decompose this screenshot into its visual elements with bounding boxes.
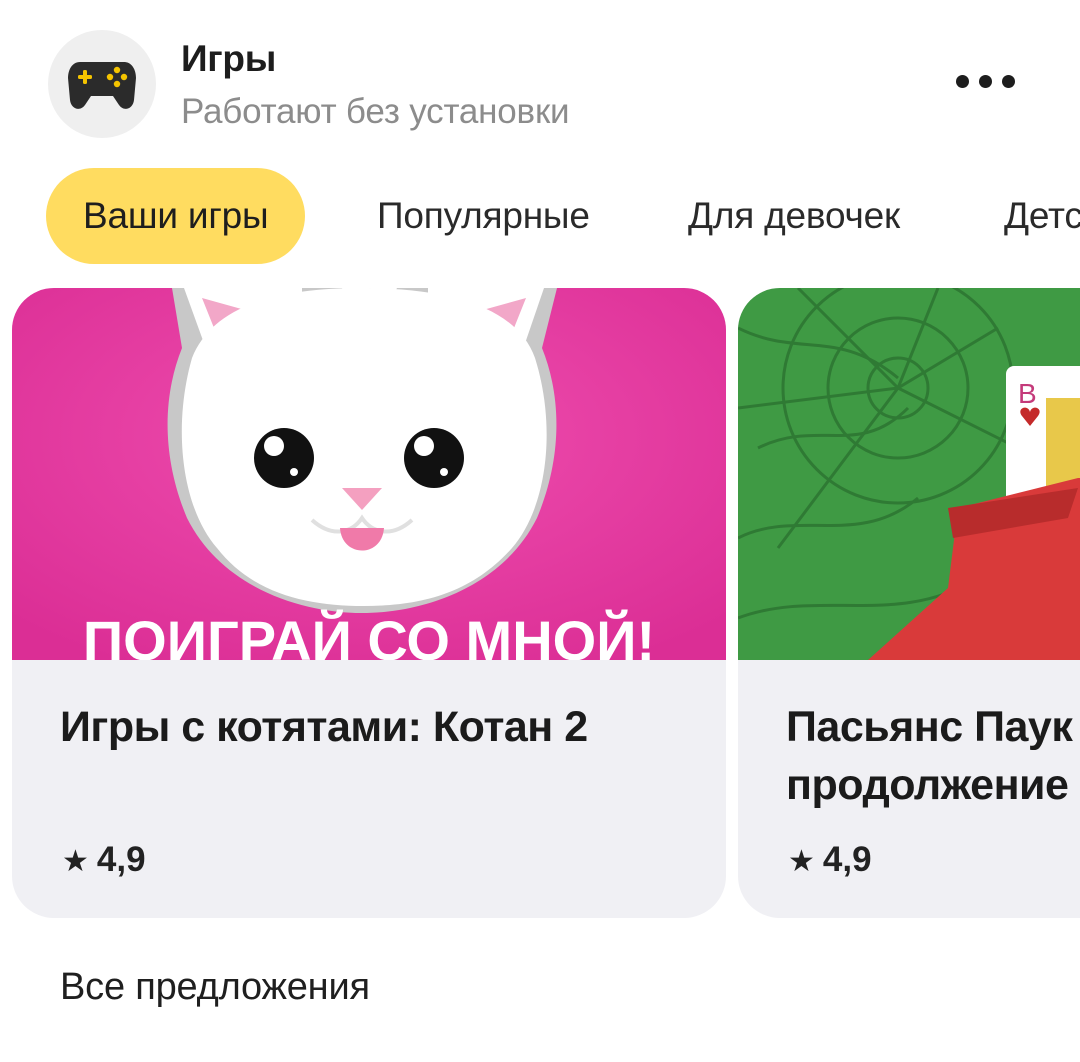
rating-value: 4,9 [96, 840, 146, 879]
page-title: Игры [181, 38, 277, 79]
tab-your-games[interactable]: Ваши игры [46, 168, 306, 264]
gamepad-icon [48, 30, 156, 138]
tab-popular[interactable]: Популярные [377, 168, 590, 264]
all-offers-link[interactable]: Все предложения [60, 966, 370, 1009]
svg-text:B: B [1018, 378, 1037, 409]
tab-kids[interactable]: Детские [1004, 168, 1080, 264]
spider-solitaire-image: B [738, 288, 1080, 660]
games-page: Игры Работают без установки Ваши игры По… [0, 0, 1080, 1062]
game-card[interactable]: B Пасьянс Паук продолжение ★ 4,9 [738, 288, 1080, 918]
card-title: Пасьянс Паук продолжение [786, 703, 1073, 809]
card-rating: ★ 4,9 [62, 840, 146, 880]
header: Игры Работают без установки [48, 30, 1038, 140]
star-icon: ★ [62, 845, 89, 878]
star-icon: ★ [788, 845, 815, 878]
tab-for-girls[interactable]: Для девочек [688, 168, 900, 264]
game-card[interactable]: ПОИГРАЙ СО МНОЙ! Игры с котятами: Котан … [12, 288, 726, 918]
card-title: Игры с котятами: Котан 2 [60, 703, 588, 751]
page-subtitle: Работают без установки [181, 92, 570, 131]
image-caption: ПОИГРАЙ СО МНОЙ! [83, 609, 655, 660]
rating-value: 4,9 [822, 840, 872, 879]
more-dots-icon[interactable] [946, 60, 1026, 104]
kitten-image: ПОИГРАЙ СО МНОЙ! [12, 288, 726, 660]
card-rating: ★ 4,9 [788, 840, 872, 880]
